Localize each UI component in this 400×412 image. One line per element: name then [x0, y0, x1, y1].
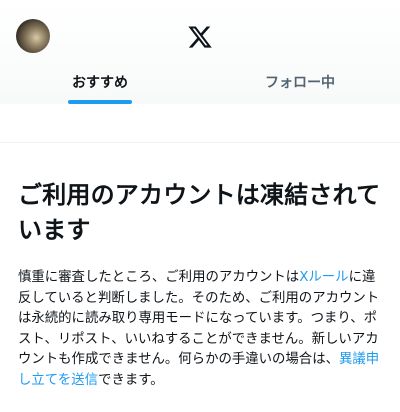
notice-title: ご利用のアカウントは凍結されています	[18, 181, 381, 244]
user-avatar[interactable]	[16, 19, 50, 53]
tab-for-you[interactable]: おすすめ	[0, 60, 200, 104]
notice-body: 慎重に審査したところ、ご利用のアカウントはXルールに違反していると判断しました。…	[18, 268, 386, 391]
x-logo-icon[interactable]	[187, 24, 213, 50]
tab-for-you-label: おすすめ	[72, 75, 128, 91]
timeline-divider-band	[0, 104, 400, 143]
tab-following-label: フォロー中	[265, 75, 335, 91]
top-navigation-bar: おすすめ フォロー中	[0, 0, 400, 105]
x-rules-link[interactable]: Xルール	[299, 270, 348, 285]
account-suspended-notice: ご利用のアカウントは凍結されています 慎重に審査したところ、ご利用のアカウントは…	[18, 178, 386, 391]
timeline-tabs: おすすめ フォロー中	[0, 60, 400, 104]
app-page: おすすめ フォロー中 ご利用のアカウントは凍結されています 慎重に審査したところ…	[0, 0, 400, 412]
tab-following[interactable]: フォロー中	[200, 60, 400, 104]
notice-body-text-1: 慎重に審査したところ、ご利用のアカウントは	[18, 270, 300, 285]
notice-body-text-3: できます。	[98, 372, 164, 388]
